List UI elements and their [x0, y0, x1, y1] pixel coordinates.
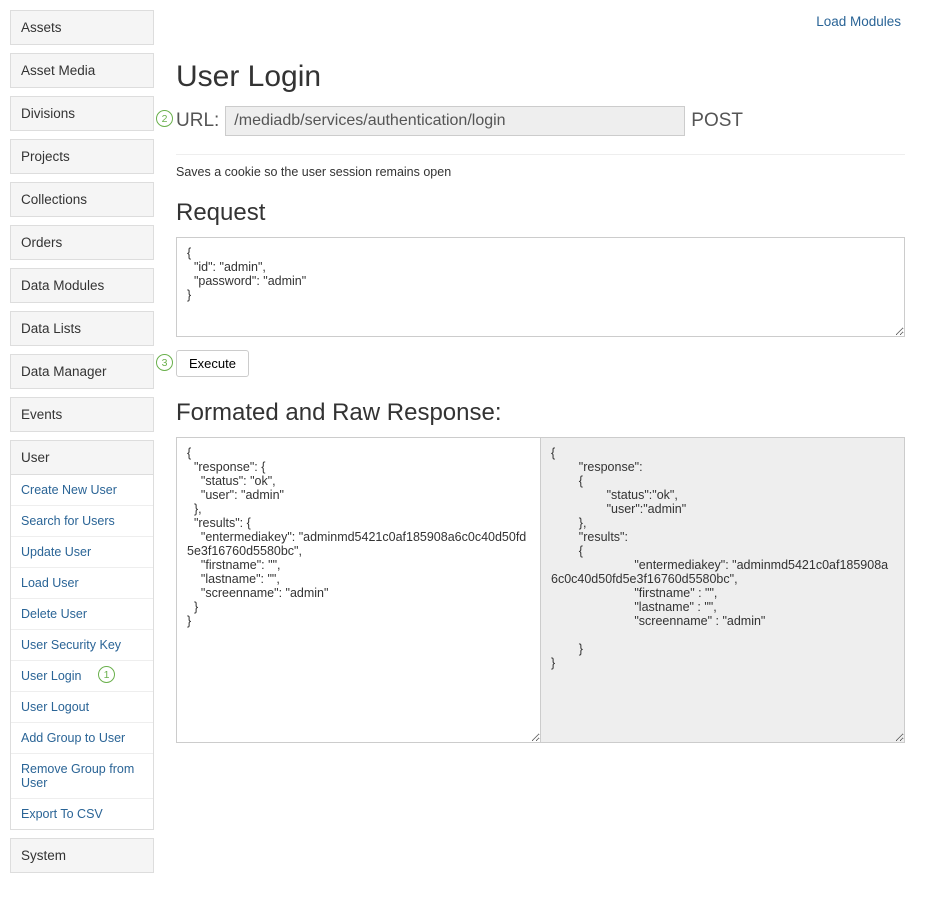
annotation-1-icon: 1 — [98, 666, 115, 683]
sidebar-item-collections[interactable]: Collections — [10, 182, 154, 217]
sidebar-user-header[interactable]: User — [11, 441, 153, 475]
page-title: User Login — [176, 60, 905, 94]
sidebar-item-divisions[interactable]: Divisions — [10, 96, 154, 131]
url-input[interactable] — [225, 106, 685, 136]
http-method: POST — [691, 110, 743, 132]
sidebar-link-user-security-key[interactable]: User Security Key — [11, 630, 153, 661]
annotation-3-icon: 3 — [156, 354, 173, 371]
sidebar-item-asset-media[interactable]: Asset Media — [10, 53, 154, 88]
response-formatted-box[interactable]: { "response": { "status": "ok", "user": … — [176, 437, 541, 743]
annotation-2-icon: 2 — [156, 110, 173, 127]
sidebar-item-system[interactable]: System — [10, 838, 154, 873]
main-content: Load Modules User Login 2 URL: POST Save… — [160, 0, 925, 891]
sidebar-link-remove-group-from-user[interactable]: Remove Group from User — [11, 754, 153, 799]
sidebar-item-projects[interactable]: Projects — [10, 139, 154, 174]
url-row: 2 URL: POST — [176, 106, 905, 136]
sidebar-link-delete-user[interactable]: Delete User — [11, 599, 153, 630]
load-modules-link[interactable]: Load Modules — [816, 14, 901, 29]
sidebar-item-orders[interactable]: Orders — [10, 225, 154, 260]
response-raw-box[interactable]: { "response": { "status":"ok", "user":"a… — [540, 437, 905, 743]
sidebar-link-label: User Login — [21, 669, 81, 683]
sidebar-link-search-for-users[interactable]: Search for Users — [11, 506, 153, 537]
sidebar-item-data-manager[interactable]: Data Manager — [10, 354, 154, 389]
sidebar-link-user-login[interactable]: User Login 1 — [11, 661, 153, 692]
sidebar-link-user-logout[interactable]: User Logout — [11, 692, 153, 723]
endpoint-description: Saves a cookie so the user session remai… — [176, 165, 905, 179]
sidebar-item-assets[interactable]: Assets — [10, 10, 154, 45]
url-label: URL: — [176, 110, 219, 132]
request-body-textarea[interactable] — [176, 237, 905, 337]
sidebar-item-events[interactable]: Events — [10, 397, 154, 432]
sidebar-link-export-to-csv[interactable]: Export To CSV — [11, 799, 153, 829]
execute-button[interactable]: Execute — [176, 350, 249, 377]
sidebar-link-add-group-to-user[interactable]: Add Group to User — [11, 723, 153, 754]
response-heading: Formated and Raw Response: — [176, 399, 905, 427]
sidebar-user-section: User Create New User Search for Users Up… — [10, 440, 154, 830]
response-row: { "response": { "status": "ok", "user": … — [176, 437, 905, 743]
sidebar-item-data-modules[interactable]: Data Modules — [10, 268, 154, 303]
request-heading: Request — [176, 199, 905, 227]
sidebar-link-create-new-user[interactable]: Create New User — [11, 475, 153, 506]
sidebar-item-data-lists[interactable]: Data Lists — [10, 311, 154, 346]
sidebar-link-update-user[interactable]: Update User — [11, 537, 153, 568]
sidebar: Assets Asset Media Divisions Projects Co… — [0, 0, 160, 891]
sidebar-link-load-user[interactable]: Load User — [11, 568, 153, 599]
divider — [176, 154, 905, 155]
